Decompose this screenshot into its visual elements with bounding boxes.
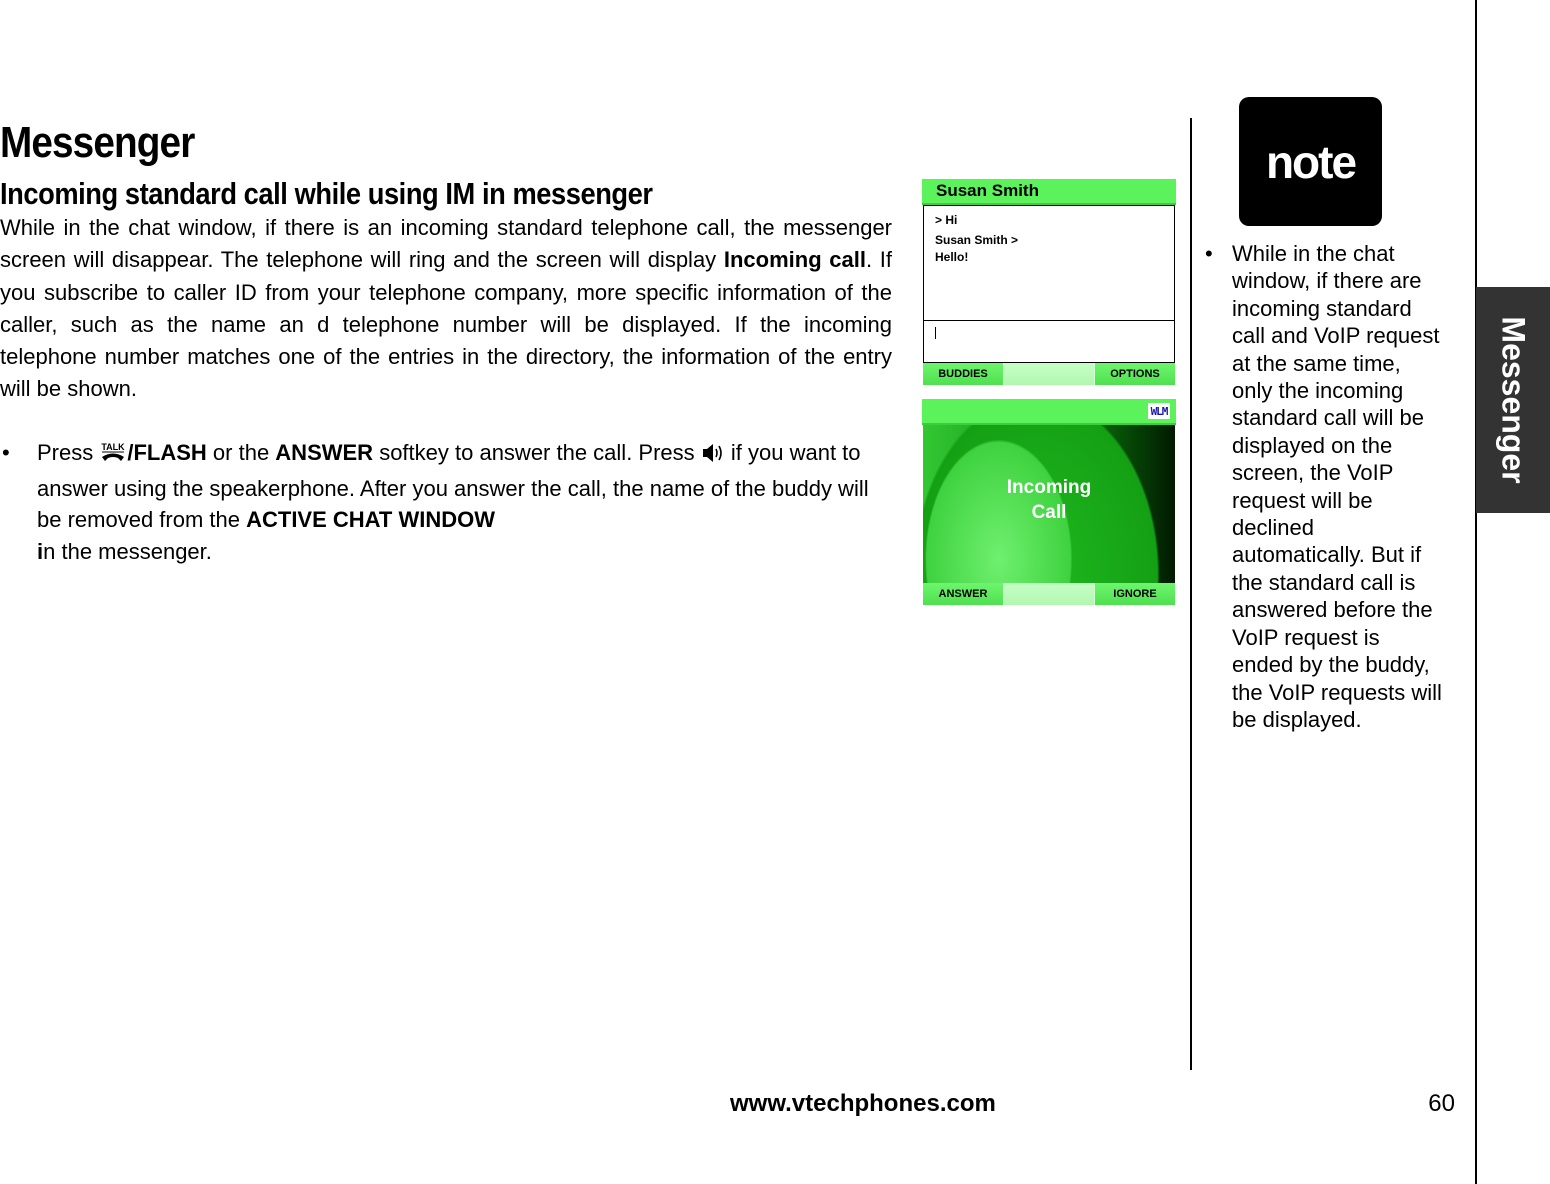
instruction-text: Press <box>37 440 100 465</box>
chat-header: Susan Smith <box>922 179 1176 205</box>
chat-message: Hello! <box>935 250 969 264</box>
section-title: Incoming standard call while using IM in… <box>0 176 653 211</box>
svg-text:TALK: TALK <box>102 442 126 452</box>
incoming-call-line2: Call <box>1031 502 1067 523</box>
incoming-call-message: Incoming Call <box>923 475 1175 525</box>
answer-key-label: ANSWER <box>275 440 374 465</box>
chat-history: > Hi Susan Smith > Hello! <box>923 205 1175 321</box>
instruction-text: softkey to answer the call. Press <box>373 440 701 465</box>
instruction-text: n the messenger. <box>43 538 212 564</box>
options-softkey[interactable]: OPTIONS <box>1095 363 1175 385</box>
incoming-call-line1: Incoming <box>1006 477 1092 498</box>
call-header: WLM <box>922 399 1176 425</box>
message-input[interactable] <box>923 320 1175 363</box>
chapter-tab-label: Messenger <box>1495 316 1532 484</box>
note-icon: note <box>1239 97 1382 226</box>
answer-softkey[interactable]: ANSWER <box>923 583 1003 605</box>
buddies-softkey[interactable]: BUDDIES <box>923 363 1003 385</box>
instruction-item: • Press TALK/FLASH or the ANSWER softkey… <box>0 437 892 567</box>
active-chat-window-label: ACTIVE CHAT WINDOW <box>246 507 496 532</box>
intro-bold-incoming-call: Incoming call <box>723 247 866 273</box>
note-text: While in the chat window, if there are i… <box>1232 241 1442 732</box>
center-softkey[interactable] <box>1003 583 1095 605</box>
call-softkeys: ANSWER IGNORE <box>923 583 1175 605</box>
center-softkey[interactable] <box>1003 363 1095 385</box>
note-item: • While in the chat window, if there are… <box>1205 240 1445 733</box>
column-divider <box>1190 118 1192 1070</box>
ignore-softkey[interactable]: IGNORE <box>1095 583 1175 605</box>
chat-message: > Hi <box>935 213 958 227</box>
instruction-list: • Press TALK/FLASH or the ANSWER softkey… <box>0 437 892 567</box>
bullet-marker: • <box>2 440 10 465</box>
speaker-icon <box>701 441 725 473</box>
margin-divider <box>1475 0 1477 1184</box>
instruction-text: or the <box>206 440 276 465</box>
page-title: Messenger <box>0 118 195 167</box>
talk-icon: TALK <box>99 441 127 473</box>
chat-softkeys: BUDDIES OPTIONS <box>923 363 1175 385</box>
incoming-call-screen: WLM Incoming Call ANSWER IGNORE <box>922 399 1176 605</box>
bullet-marker: • <box>1205 241 1213 266</box>
chapter-tab: Messenger <box>1476 287 1550 513</box>
note-list: • While in the chat window, if there are… <box>1205 240 1445 733</box>
text-cursor <box>935 327 936 339</box>
wlm-icon: WLM <box>1148 403 1170 419</box>
footer-url: www.vtechphones.com <box>730 1090 996 1117</box>
intro-paragraph: While in the chat window, if there is an… <box>0 212 892 406</box>
page-number: 60 <box>1428 1090 1455 1117</box>
chat-screen: Susan Smith > Hi Susan Smith > Hello! BU… <box>922 179 1176 385</box>
flash-key-label: /FLASH <box>127 440 207 465</box>
contact-name: Susan Smith <box>936 181 1039 200</box>
call-background: Incoming Call <box>923 425 1175 583</box>
chat-message: Susan Smith > <box>935 233 1019 247</box>
